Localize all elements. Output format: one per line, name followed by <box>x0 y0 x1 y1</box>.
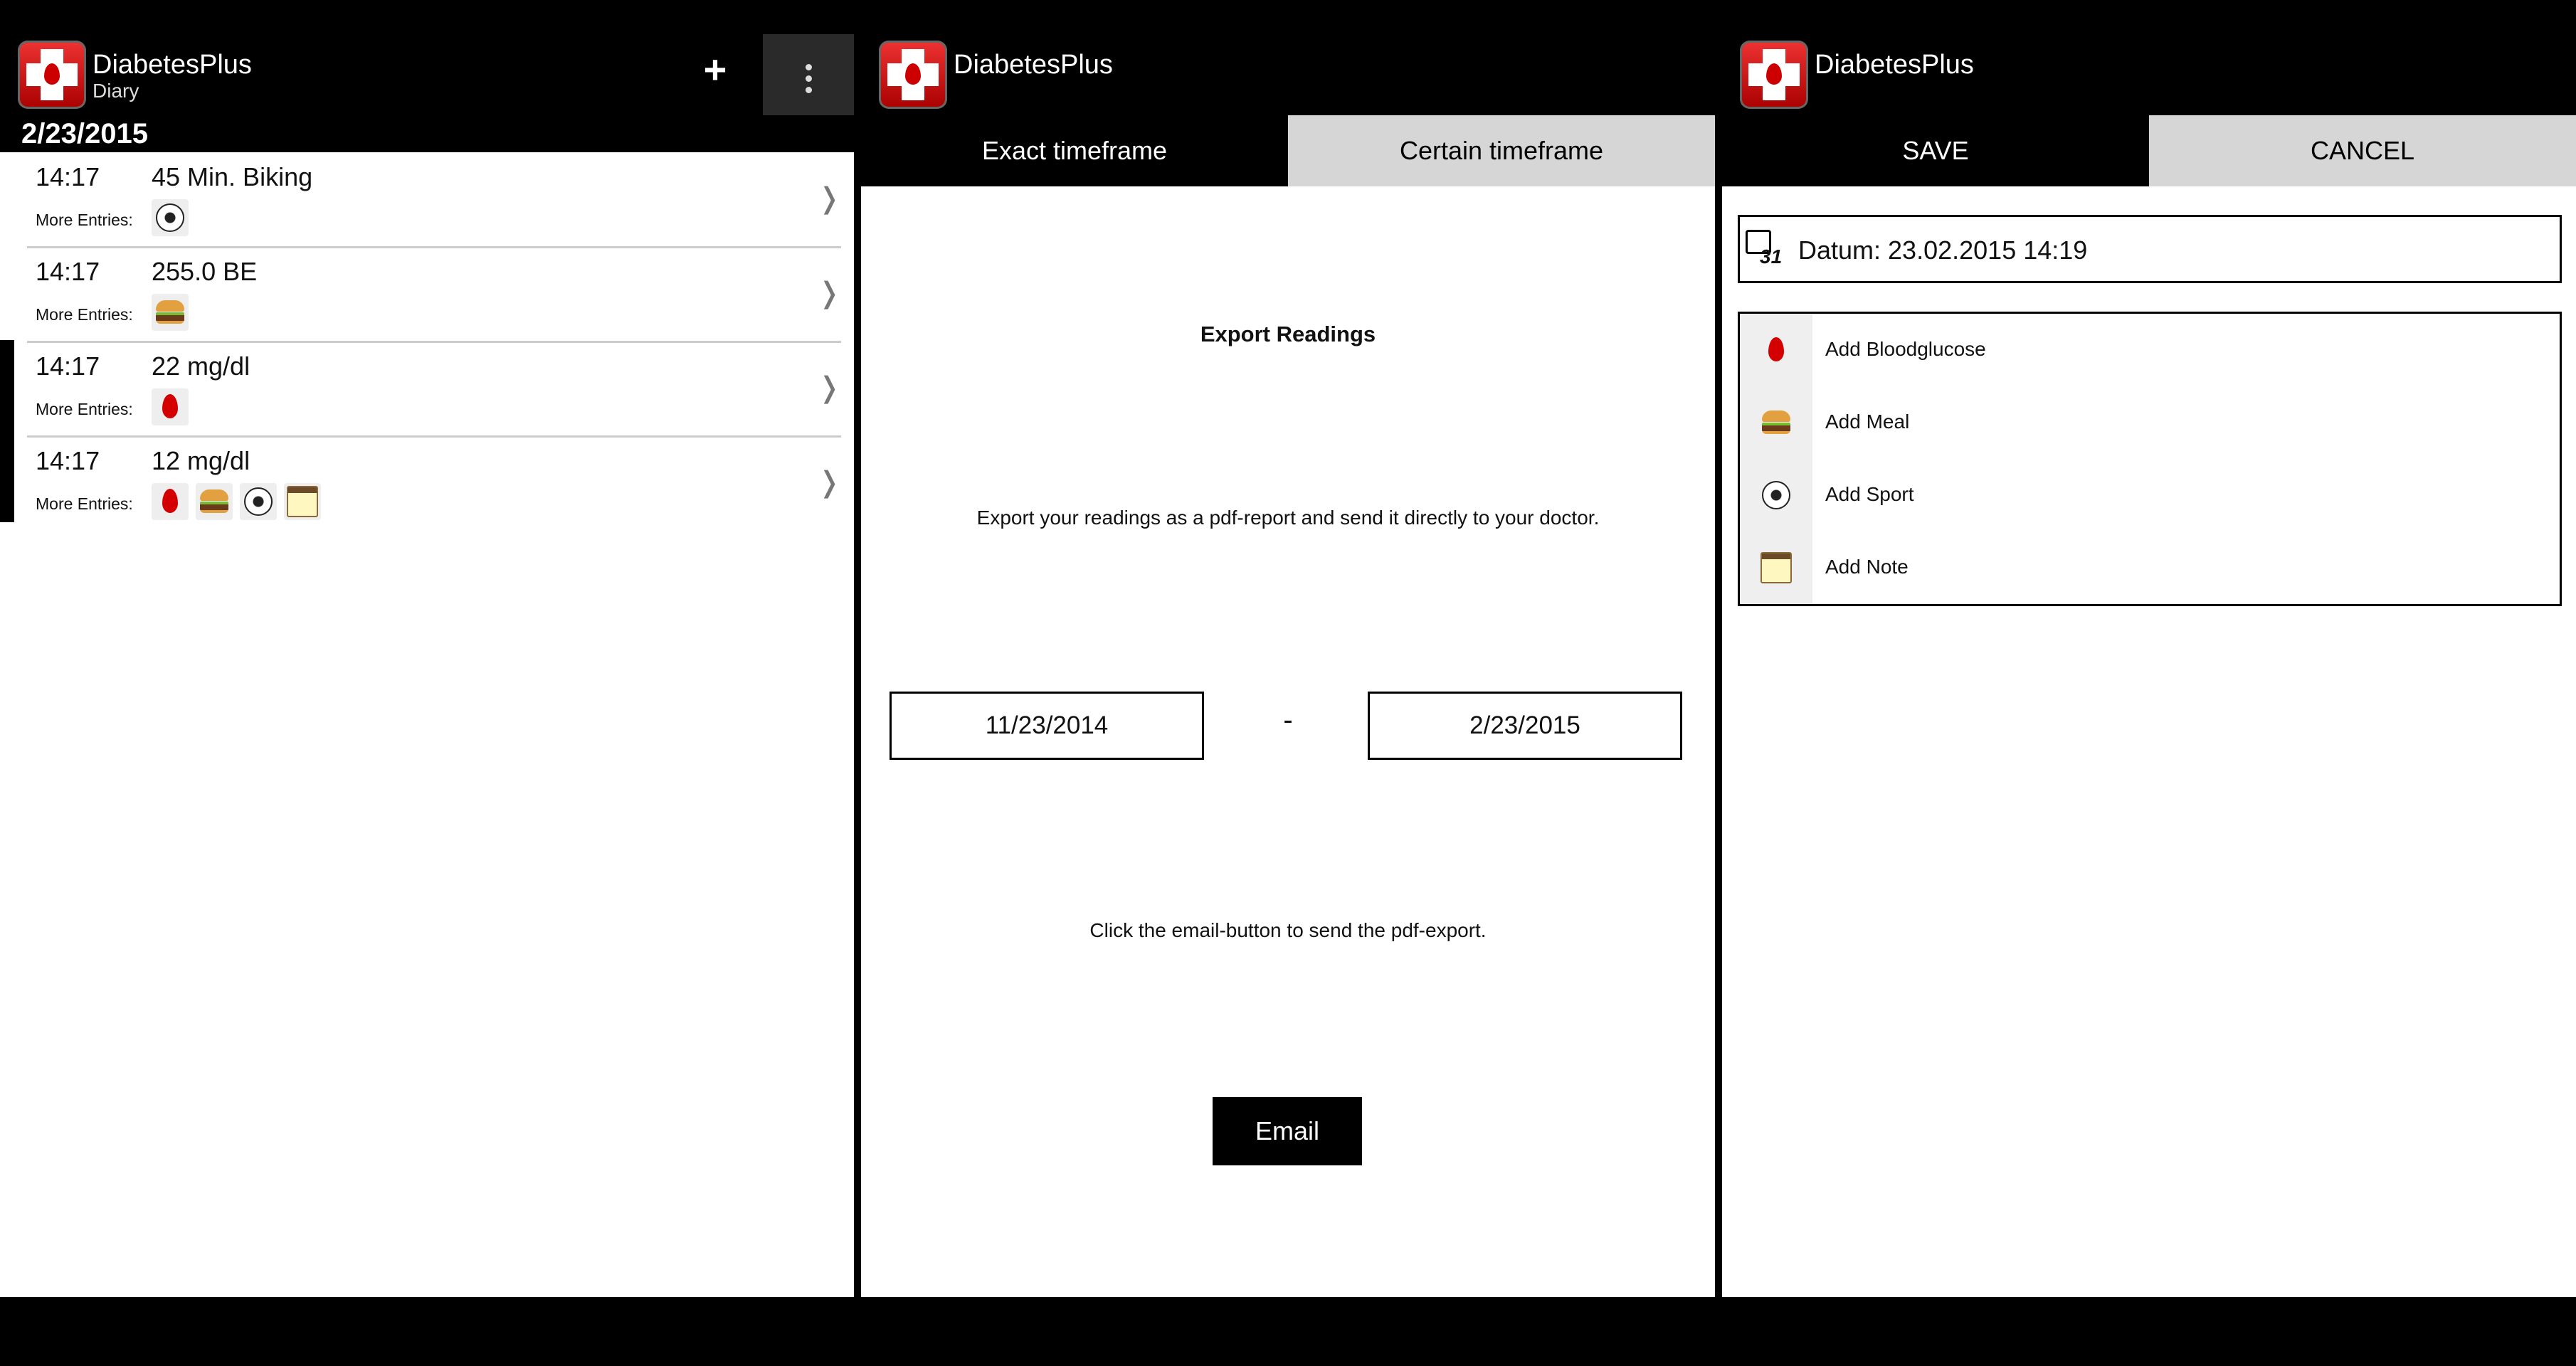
more-entries-label: More Entries: <box>36 211 133 229</box>
note-icon <box>284 483 321 520</box>
timeframe-tabs: Exact timeframe Certain timeframe <box>861 115 1715 186</box>
entry-value: 22 mg/dl <box>152 351 250 381</box>
chevron-right-icon: ❭ <box>817 277 841 309</box>
app-bar: DiabetesPlus <box>861 0 1715 115</box>
note-icon <box>1758 549 1795 586</box>
list-item[interactable]: 14:17 12 mg/dl More Entries: ❭ <box>27 438 841 530</box>
app-subtitle: Diary <box>93 80 139 102</box>
list-item[interactable]: 14:17 45 Min. Biking More Entries: ❭ <box>27 154 841 248</box>
blood-drop-icon <box>1758 332 1795 369</box>
datum-field[interactable]: 31 Datum: 23.02.2015 14:19 <box>1738 215 2562 283</box>
add-note-item[interactable]: Add Note <box>1740 531 2560 604</box>
diary-panel: DiabetesPlus Diary + 2/23/2015 14:17 45 … <box>0 0 854 1297</box>
email-button[interactable]: Email <box>1213 1097 1362 1165</box>
add-bloodglucose-item[interactable]: Add Bloodglucose <box>1740 314 2560 386</box>
app-bar: DiabetesPlus <box>1722 0 2576 115</box>
diary-date: 2/23/2015 <box>21 118 148 149</box>
add-entry-button[interactable]: + <box>694 48 737 91</box>
datum-text: Datum: 23.02.2015 14:19 <box>1798 235 2088 265</box>
add-sport-item[interactable]: Add Sport <box>1740 459 2560 531</box>
more-entries-label: More Entries: <box>36 400 133 418</box>
calendar-icon-number: 31 <box>1760 245 1783 268</box>
chevron-right-icon: ❭ <box>817 372 841 403</box>
blood-drop-icon <box>152 483 189 520</box>
add-item-label: Add Meal <box>1825 411 1910 433</box>
soccer-ball-icon <box>152 199 189 236</box>
entry-value: 45 Min. Biking <box>152 162 313 191</box>
app-logo-icon <box>1740 41 1808 109</box>
email-hint: Click the email-button to send the pdf-e… <box>1089 919 1487 941</box>
app-title: DiabetesPlus <box>93 50 252 80</box>
export-description: Export your readings as a pdf-report and… <box>976 507 1600 529</box>
add-item-label: Add Sport <box>1825 483 1914 505</box>
date-separator: - <box>1283 704 1293 736</box>
burger-icon <box>152 294 189 331</box>
burger-icon <box>196 483 233 520</box>
add-item-label: Add Bloodglucose <box>1825 338 1986 360</box>
cancel-button[interactable]: CANCEL <box>2149 115 2576 186</box>
calendar-icon: 31 <box>1744 228 1784 271</box>
more-entries-label: More Entries: <box>36 305 133 324</box>
tab-exact-timeframe[interactable]: Exact timeframe <box>861 115 1288 186</box>
new-entry-panel: DiabetesPlus SAVE CANCEL 31 Datum: 23.02… <box>1722 0 2576 1297</box>
app-bar: DiabetesPlus Diary + <box>0 0 854 115</box>
form-actions: SAVE CANCEL <box>1722 115 2576 186</box>
from-date-field[interactable]: 11/23/2014 <box>890 692 1204 760</box>
list-item[interactable]: 14:17 22 mg/dl More Entries: ❭ <box>27 343 841 438</box>
blood-drop-icon <box>152 388 189 425</box>
entry-time: 14:17 <box>36 257 100 286</box>
add-meal-item[interactable]: Add Meal <box>1740 386 2560 459</box>
add-actions-list: Add Bloodglucose Add Meal Add Sport Add … <box>1738 312 2562 606</box>
app-logo-icon <box>879 41 947 109</box>
entry-value: 12 mg/dl <box>152 446 250 475</box>
more-entries-label: More Entries: <box>36 494 133 513</box>
burger-icon <box>1758 404 1795 441</box>
diary-date-header: 2/23/2015 <box>0 115 854 152</box>
export-panel: DiabetesPlus Exact timeframe Certain tim… <box>861 0 1715 1297</box>
to-date-field[interactable]: 2/23/2015 <box>1368 692 1682 760</box>
overflow-menu-button[interactable] <box>763 34 854 115</box>
chevron-right-icon: ❭ <box>817 183 841 214</box>
add-item-label: Add Note <box>1825 556 1909 578</box>
app-logo-icon <box>18 41 86 109</box>
app-title: DiabetesPlus <box>954 50 1113 80</box>
entry-time: 14:17 <box>36 351 100 381</box>
entry-list: 14:17 45 Min. Biking More Entries: ❭ 14:… <box>0 154 854 530</box>
list-item[interactable]: 14:17 255.0 BE More Entries: ❭ <box>27 248 841 343</box>
save-button[interactable]: SAVE <box>1722 115 2149 186</box>
soccer-ball-icon <box>240 483 277 520</box>
app-title: DiabetesPlus <box>1815 50 1974 80</box>
entry-time: 14:17 <box>36 446 100 475</box>
entry-value: 255.0 BE <box>152 257 258 286</box>
entry-time: 14:17 <box>36 162 100 191</box>
chevron-right-icon: ❭ <box>817 467 841 498</box>
export-title: Export Readings <box>1200 322 1376 346</box>
soccer-ball-icon <box>1758 477 1795 514</box>
tab-certain-timeframe[interactable]: Certain timeframe <box>1288 115 1715 186</box>
